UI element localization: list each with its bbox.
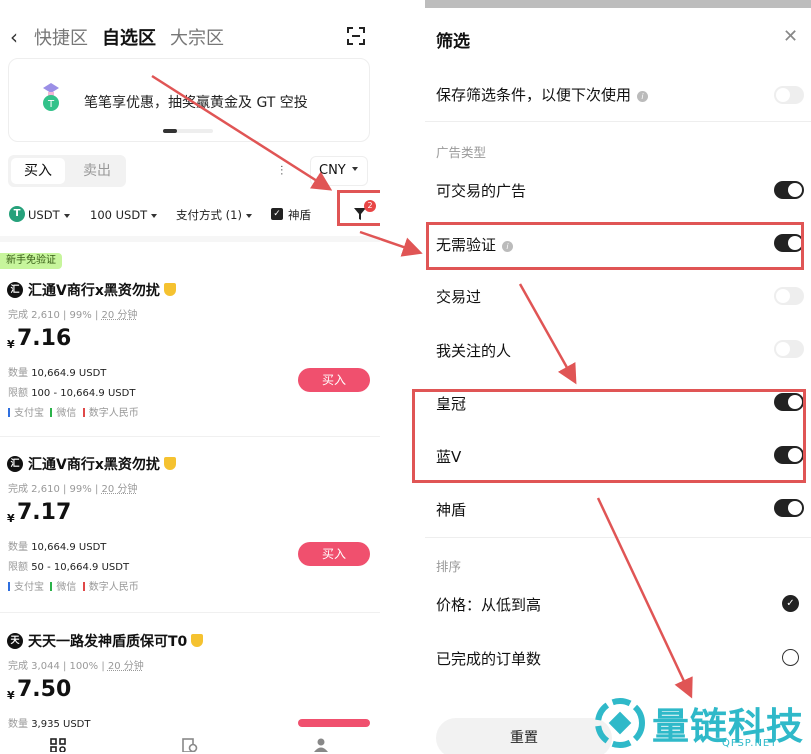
tab-custom[interactable]: 自选区	[102, 24, 156, 50]
merchant-name[interactable]: 汇通V商行x黑资勿扰	[28, 280, 176, 300]
merchant-name[interactable]: 汇通V商行x黑资勿扰	[28, 454, 176, 474]
back-icon[interactable]: ‹	[10, 25, 18, 49]
payment-methods: 支付宝 微信 数字人民币	[8, 578, 139, 593]
section-divider	[0, 236, 380, 242]
profile-nav-icon[interactable]	[313, 738, 329, 752]
watermark-logo	[595, 698, 645, 748]
currency-select[interactable]: CNY	[310, 156, 368, 186]
sort-price-asc[interactable]: 价格：从低到高	[436, 594, 541, 615]
merchant-card[interactable]: 汇 汇通V商行x黑资勿扰 完成 2,610 | 99% | 20 分钟 ¥ 7.…	[0, 280, 380, 430]
verified-shield-icon	[191, 634, 204, 647]
market-tabs: ‹ 快捷区 自选区 大宗区	[10, 22, 224, 52]
shield-checkbox[interactable]: ✓	[271, 208, 283, 220]
filter-title: 筛选	[436, 32, 470, 52]
save-filter-toggle[interactable]	[774, 86, 804, 104]
price: 7.17	[17, 500, 72, 525]
quantity: 数量 10,664.9 USDT	[8, 542, 107, 553]
verified-shield-icon	[163, 283, 176, 296]
merchant-name[interactable]: 天天一路发神盾质保可T0	[28, 631, 204, 651]
scan-icon[interactable]	[346, 26, 366, 46]
highlight-box-no-verification	[426, 222, 804, 270]
svg-text:T: T	[47, 99, 55, 110]
buy-button[interactable]	[298, 719, 370, 727]
card-separator	[0, 436, 380, 437]
price: 7.50	[17, 677, 72, 702]
limit: 限额 50 - 10,664.9 USDT	[8, 562, 130, 573]
merchant-card[interactable]: 天 天天一路发神盾质保可T0 完成 3,044 | 100% | 20 分钟 ¥…	[0, 631, 380, 731]
radio-checked-icon[interactable]: ✓	[782, 595, 799, 612]
toggle-traded-before[interactable]	[774, 287, 804, 305]
merchant-avatar: 汇	[7, 456, 23, 472]
merchant-avatar: 汇	[7, 282, 23, 298]
toggle-following[interactable]	[774, 340, 804, 358]
usdt-icon: T	[9, 206, 25, 222]
price: 7.16	[17, 326, 72, 351]
merchant-stats: 完成 2,610 | 99% | 20 分钟	[8, 484, 138, 495]
buy-tab[interactable]: 买入	[11, 158, 65, 184]
highlight-box-crown-bluev	[412, 389, 806, 483]
option-following: 我关注的人	[436, 342, 512, 360]
market-nav-icon[interactable]	[50, 738, 66, 752]
tab-bulk[interactable]: 大宗区	[170, 24, 224, 50]
toggle-tradable-ads[interactable]	[774, 181, 804, 199]
divider	[425, 121, 811, 122]
carousel-indicator	[163, 129, 213, 133]
close-icon[interactable]: ✕	[783, 26, 798, 47]
sort-completed-orders[interactable]: 已完成的订单数	[436, 648, 541, 669]
limit: 限额 100 - 10,664.9 USDT	[8, 388, 136, 399]
panel-overlay-top	[425, 0, 811, 8]
orders-nav-icon[interactable]	[182, 738, 198, 752]
chevron-down-icon	[352, 167, 358, 171]
currency-symbol: ¥	[7, 512, 15, 525]
card-separator	[0, 612, 380, 613]
sort-section-label: 排序	[436, 559, 462, 574]
buy-button[interactable]: 买入	[298, 542, 370, 566]
tab-quick[interactable]: 快捷区	[34, 24, 88, 50]
amount-filter[interactable]: 100 USDT	[90, 206, 158, 224]
buy-button[interactable]: 买入	[298, 368, 370, 392]
option-tradable-ads: 可交易的广告	[436, 182, 527, 200]
p2p-market-screen: ‹ 快捷区 自选区 大宗区 T 笔笔享优惠，抽奖赢黄金及 GT 空投 买入 卖出…	[0, 0, 380, 754]
filter-panel	[425, 0, 811, 754]
info-icon[interactable]: i	[637, 91, 649, 102]
merchant-card[interactable]: 汇 汇通V商行x黑资勿扰 完成 2,610 | 99% | 20 分钟 ¥ 7.…	[0, 454, 380, 604]
quantity: 数量 3,935 USDT	[8, 719, 91, 730]
option-traded-before: 交易过	[436, 288, 482, 306]
quantity: 数量 10,664.9 USDT	[8, 368, 107, 379]
divider	[425, 537, 811, 538]
option-shield: 神盾	[436, 501, 467, 519]
payment-filter[interactable]: 支付方式 (1)	[176, 206, 252, 224]
currency-symbol: ¥	[7, 338, 15, 351]
highlight-box-filter	[337, 190, 380, 226]
merchant-avatar: 天	[7, 633, 23, 649]
new-user-tag: 新手免验证	[0, 253, 62, 269]
merchant-stats: 完成 3,044 | 100% | 20 分钟	[8, 661, 144, 672]
ad-type-section-label: 广告类型	[436, 145, 487, 160]
reset-button[interactable]: 重置	[436, 718, 612, 754]
radio-unchecked-icon[interactable]	[782, 649, 799, 666]
merchant-stats: 完成 2,610 | 99% | 20 分钟	[8, 310, 138, 321]
depth-chart-icon[interactable]: ⫶	[280, 164, 283, 179]
save-filter-label: 保存筛选条件，以便下次使用 i	[436, 84, 649, 105]
toggle-shield[interactable]	[774, 499, 804, 517]
banner-text: 笔笔享优惠，抽奖赢黄金及 GT 空投	[84, 95, 308, 111]
sell-tab[interactable]: 卖出	[70, 158, 124, 184]
bottom-nav	[0, 730, 380, 754]
gift-icon: T	[43, 83, 59, 111]
verified-shield-icon	[163, 457, 176, 470]
currency-symbol: ¥	[7, 689, 15, 702]
asset-filter[interactable]: USDT	[28, 206, 70, 224]
payment-methods: 支付宝 微信 数字人民币	[8, 404, 139, 419]
shield-filter-label: 神盾	[288, 208, 311, 222]
watermark-subtext: QFSP.NET	[722, 738, 778, 749]
